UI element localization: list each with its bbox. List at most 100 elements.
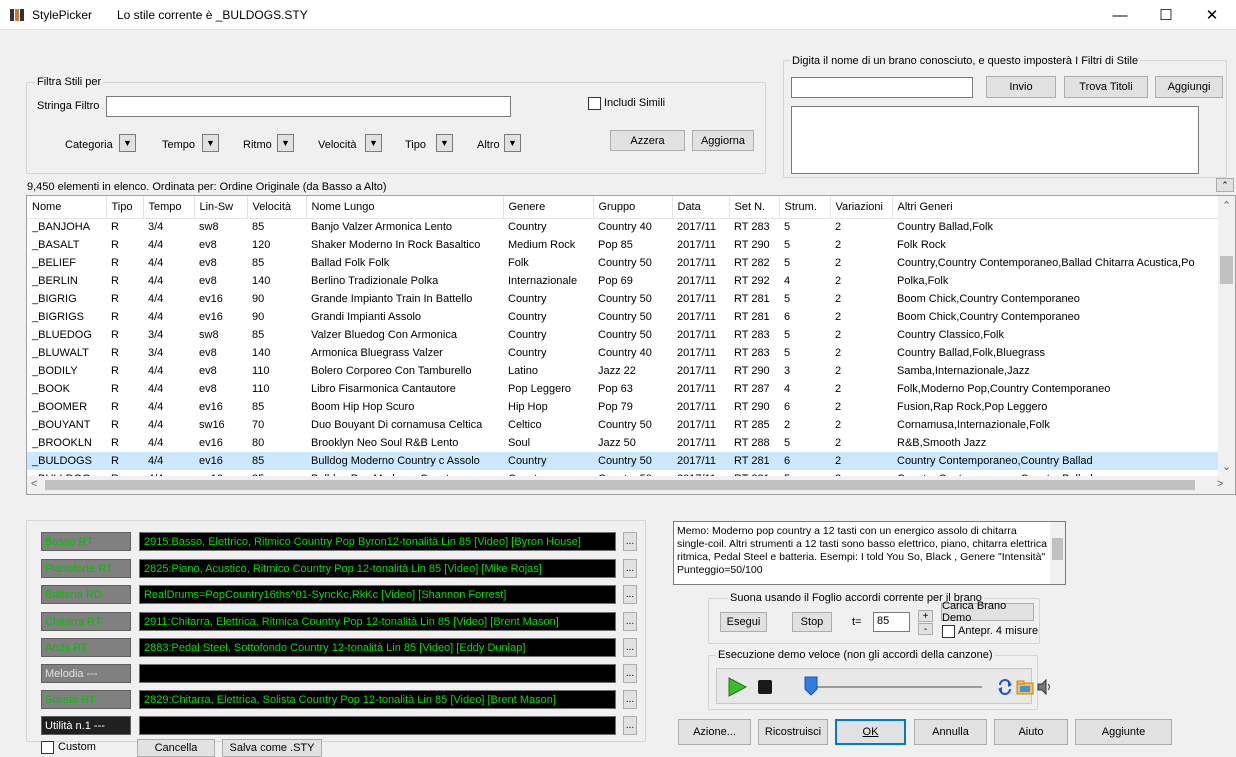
table-row[interactable]: _BOOMER R 4/4 ev16 85 Boom Hip Hop Scuro Hip H…	[27, 398, 1219, 416]
track-instrument-field[interactable]	[139, 664, 616, 683]
demo-stop-icon[interactable]	[755, 677, 775, 697]
category-dropdown[interactable]: ▼	[119, 134, 136, 152]
column-header[interactable]: Strum.	[779, 196, 831, 219]
column-header[interactable]: Tempo	[143, 196, 195, 219]
track-label-button[interactable]: Chitarra RT	[41, 612, 131, 631]
scroll-down-icon[interactable]: ⌄	[1222, 460, 1231, 473]
stop-button[interactable]: Stop	[792, 612, 832, 632]
column-header[interactable]: Variazioni	[830, 196, 893, 219]
track-instrument-field[interactable]: 2883:Pedal Steel, Sottofondo Country 12-…	[139, 638, 616, 657]
action-button[interactable]: Azione...	[678, 719, 751, 745]
custom-checkbox[interactable]	[41, 741, 54, 754]
demo-progress-track[interactable]	[806, 686, 982, 688]
add-button[interactable]: Aggiungi	[1155, 76, 1223, 98]
track-label-button[interactable]: Solista RT	[41, 690, 131, 709]
addons-button[interactable]: Aggiunte	[1075, 719, 1172, 745]
rebuild-button[interactable]: Ricostruisci	[758, 719, 828, 745]
table-row[interactable]: _BOUYANT R 4/4 sw16 70 Duo Bouyant Di cornamu…	[27, 416, 1219, 434]
track-browse-button[interactable]: ...	[623, 585, 637, 604]
track-label-button[interactable]: Archi RT	[41, 638, 131, 657]
tempo-minus-button[interactable]: -	[918, 623, 933, 635]
track-browse-button[interactable]: ...	[623, 532, 637, 551]
track-instrument-field[interactable]: 2829:Chitarra, Elettrica, Solista Countr…	[139, 690, 616, 709]
table-row[interactable]: _BODILY R 4/4 ev8 110 Bolero Corporeo Con Tam…	[27, 362, 1219, 380]
table-row[interactable]: _BOOK R 4/4 ev8 110 Libro Fisarmonica Cantaut…	[27, 380, 1219, 398]
maximize-button[interactable]: ☐	[1143, 0, 1189, 30]
tempo-plus-button[interactable]: +	[918, 610, 933, 622]
track-label-button[interactable]: Utilità n.1 ---	[41, 716, 131, 735]
table-row[interactable]: _BLUWALT R 3/4 ev8 140 Armonica Bluegrass Val…	[27, 344, 1219, 362]
track-label-button[interactable]: Pianoforte RT	[41, 559, 131, 578]
column-header[interactable]: Genere	[503, 196, 594, 219]
minimize-button[interactable]: —	[1097, 0, 1143, 30]
styles-table[interactable]: Nome Tipo Tempo Lin-Sw Velocità Nome Lungo Gen…	[26, 195, 1236, 495]
tempo-input[interactable]: 85	[873, 612, 910, 632]
include-similar-checkbox[interactable]	[588, 97, 601, 110]
column-header[interactable]: Set N.	[729, 196, 780, 219]
find-titles-button[interactable]: Trova Titoli	[1064, 76, 1148, 98]
table-row[interactable]: _BULDOGS R 4/4 ev16 85 Bulldog Moderno Countr…	[27, 452, 1219, 470]
track-browse-button[interactable]: ...	[623, 612, 637, 631]
column-header[interactable]: Gruppo	[593, 196, 673, 219]
load-demo-button[interactable]: Carica Brano Demo	[941, 600, 1034, 624]
column-header[interactable]: Altri Generi	[892, 196, 1220, 219]
column-header[interactable]: Nome	[27, 196, 107, 219]
track-label-button[interactable]: Basso RT	[41, 532, 131, 551]
table-row[interactable]: _BASALT R 4/4 ev8 120 Shaker Moderno In Rock …	[27, 236, 1219, 254]
track-browse-button[interactable]: ...	[623, 638, 637, 657]
scroll-up-icon[interactable]: ⌃	[1222, 199, 1231, 212]
type-dropdown[interactable]: ▼	[436, 134, 453, 152]
loop-icon[interactable]	[996, 678, 1014, 696]
close-button[interactable]: ✕	[1189, 0, 1235, 30]
save-as-sty-button[interactable]: Salva come .STY	[222, 739, 322, 757]
open-folder-icon[interactable]	[1016, 678, 1034, 696]
table-row[interactable]: _BLUEDOG R 3/4 sw8 85 Valzer Bluedog Con Armo…	[27, 326, 1219, 344]
memo-scrollbar[interactable]	[1050, 522, 1065, 584]
vscroll-thumb[interactable]	[1220, 256, 1233, 284]
column-header[interactable]: Data	[672, 196, 730, 219]
tempo-dropdown[interactable]: ▼	[202, 134, 219, 152]
track-browse-button[interactable]: ...	[623, 690, 637, 709]
track-browse-button[interactable]: ...	[623, 559, 637, 578]
help-button[interactable]: Aiuto	[994, 719, 1068, 745]
table-row[interactable]: _BIGRIGS R 4/4 ev16 90 Grandi Impianti Assolo…	[27, 308, 1219, 326]
track-instrument-field[interactable]	[139, 716, 616, 735]
track-instrument-field[interactable]: RealDrums=PopCountry16ths^01-SyncKc,RkKc…	[139, 585, 616, 604]
table-row[interactable]: _BROOKLN R 4/4 ev16 80 Brooklyn Neo Soul R&B …	[27, 434, 1219, 452]
demo-progress-thumb[interactable]	[804, 676, 818, 696]
song-name-input[interactable]	[791, 77, 973, 98]
update-button[interactable]: Aggiorna	[692, 130, 754, 151]
scroll-left-icon[interactable]: <	[31, 478, 37, 490]
track-instrument-field[interactable]: 2915:Basso, Elettrico, Ritmico Country P…	[139, 532, 616, 551]
cancel-button[interactable]: Annulla	[914, 719, 987, 745]
ok-button[interactable]: OK	[835, 719, 906, 745]
rhythm-dropdown[interactable]: ▼	[277, 134, 294, 152]
table-row[interactable]: _BERLIN R 4/4 ev8 140 Berlino Tradizionale Po…	[27, 272, 1219, 290]
reset-button[interactable]: Azzera	[610, 130, 685, 151]
column-header[interactable]: Tipo	[106, 196, 144, 219]
memo-box[interactable]: Memo: Moderno pop country a 12 tasti con…	[673, 521, 1066, 585]
enter-button[interactable]: Invio	[986, 76, 1056, 98]
demo-play-icon[interactable]	[726, 676, 748, 698]
table-row[interactable]: _BIGRIG R 4/4 ev16 90 Grande Impianto Train I…	[27, 290, 1219, 308]
track-label-button[interactable]: Melodia ---	[41, 664, 131, 683]
hscroll-thumb[interactable]	[45, 480, 1195, 490]
clear-button[interactable]: Cancella	[137, 739, 215, 757]
speed-dropdown[interactable]: ▼	[365, 134, 382, 152]
track-browse-button[interactable]: ...	[623, 664, 637, 683]
scroll-right-icon[interactable]: >	[1217, 478, 1223, 490]
track-label-button[interactable]: Batteria RD	[41, 585, 131, 604]
table-vscrollbar[interactable]: ⌃ ⌄	[1218, 196, 1235, 476]
song-results-box[interactable]	[791, 106, 1199, 174]
column-header[interactable]: Nome Lungo	[306, 196, 504, 219]
table-row[interactable]: _BELIEF R 4/4 ev8 85 Ballad Folk Folk Folk Coun…	[27, 254, 1219, 272]
table-hscrollbar[interactable]: < >	[27, 476, 1235, 494]
collapse-button[interactable]: ⌃	[1216, 178, 1234, 192]
track-instrument-field[interactable]: 2825:Piano, Acustico, Ritmico Country Po…	[139, 559, 616, 578]
preview-checkbox[interactable]	[942, 625, 955, 638]
other-dropdown[interactable]: ▼	[504, 134, 521, 152]
column-header[interactable]: Velocità	[247, 196, 307, 219]
track-browse-button[interactable]: ...	[623, 716, 637, 735]
volume-icon[interactable]	[1036, 678, 1054, 696]
play-button[interactable]: Esegui	[720, 612, 767, 632]
